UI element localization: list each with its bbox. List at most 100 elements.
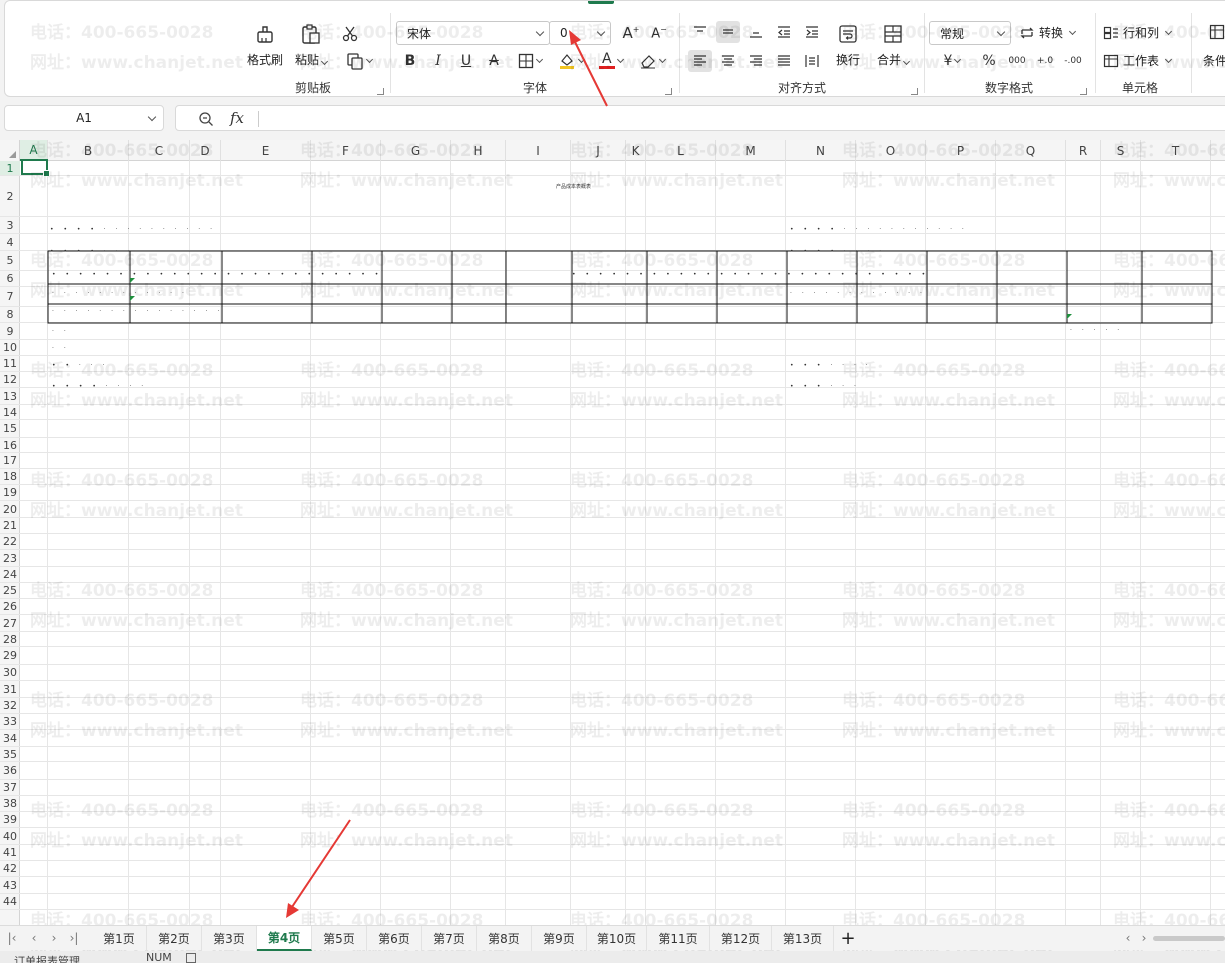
- row-header-28[interactable]: 28: [0, 632, 20, 647]
- column-header-d[interactable]: D: [190, 140, 221, 161]
- row-header-24[interactable]: 24: [0, 567, 20, 583]
- decrease-decimal-button[interactable]: -.00: [1061, 50, 1085, 72]
- merge-dropdown-icon[interactable]: [902, 57, 911, 66]
- row-header-32[interactable]: 32: [0, 698, 20, 714]
- column-header-c[interactable]: C: [129, 140, 190, 161]
- sheet-tab-2[interactable]: 第2页: [147, 926, 202, 951]
- column-header-p[interactable]: P: [926, 140, 996, 161]
- align-bottom-button[interactable]: [744, 21, 768, 43]
- row-header-10[interactable]: 10: [0, 340, 20, 356]
- font-dialog-launcher-icon[interactable]: [665, 88, 672, 95]
- number-format-select[interactable]: 常规: [929, 21, 1011, 45]
- chevron-down-icon[interactable]: [147, 112, 157, 122]
- row-header-31[interactable]: 31: [0, 681, 20, 698]
- align-top-button[interactable]: [688, 21, 712, 43]
- convert-button[interactable]: 转换: [1019, 24, 1077, 41]
- column-header-r[interactable]: R: [1066, 140, 1101, 161]
- conditional-format-button[interactable]: 条件: [1203, 52, 1225, 69]
- column-header-l[interactable]: L: [646, 140, 716, 161]
- percent-button[interactable]: %: [977, 50, 1001, 72]
- paste-dropdown-icon[interactable]: [320, 57, 329, 66]
- active-cell-a1[interactable]: [21, 159, 50, 177]
- clear-format-button[interactable]: [634, 50, 670, 72]
- prev-sheet-icon[interactable]: ‹: [26, 930, 42, 946]
- row-header-12[interactable]: 12: [0, 372, 20, 388]
- wrap-text-button[interactable]: 换行: [835, 21, 861, 68]
- row-header-34[interactable]: 34: [0, 730, 20, 747]
- row-header-8[interactable]: 8: [0, 307, 20, 323]
- row-header-7[interactable]: 7: [0, 287, 20, 307]
- font-color-button[interactable]: A: [593, 50, 629, 72]
- column-header-m[interactable]: M: [716, 140, 786, 161]
- justify-button[interactable]: [772, 50, 796, 72]
- add-sheet-button[interactable]: +: [838, 928, 858, 949]
- worksheet-grid[interactable]: 产品成本表概表 • • • • · · · · · · · · · · • • •…: [0, 140, 1225, 925]
- borders-button[interactable]: [512, 50, 548, 72]
- conditional-format-icon-button[interactable]: [1205, 21, 1225, 43]
- row-header-40[interactable]: 40: [0, 828, 20, 845]
- strikethrough-button[interactable]: A: [482, 50, 506, 72]
- row-header-14[interactable]: 14: [0, 405, 20, 420]
- sheet-tab-8[interactable]: 第8页: [477, 926, 532, 951]
- align-center-button[interactable]: [716, 50, 740, 72]
- fill-color-dropdown-icon[interactable]: [577, 55, 586, 64]
- align-left-button[interactable]: [688, 50, 712, 72]
- sheet-tab-3[interactable]: 第3页: [202, 926, 257, 951]
- row-header-26[interactable]: 26: [0, 599, 20, 615]
- zoom-icon[interactable]: [198, 111, 214, 127]
- horizontal-scrollbar[interactable]: [1153, 936, 1225, 941]
- row-header-41[interactable]: 41: [0, 845, 20, 861]
- tab-scroll-right-icon[interactable]: ›: [1136, 930, 1152, 946]
- sheet-tab-4[interactable]: 第4页: [257, 926, 312, 951]
- cut-button[interactable]: [338, 23, 362, 45]
- column-header-i[interactable]: I: [506, 140, 571, 161]
- row-header-13[interactable]: 13: [0, 388, 20, 405]
- row-header-11[interactable]: 11: [0, 356, 20, 372]
- column-header-e[interactable]: E: [221, 140, 311, 161]
- font-color-dropdown-icon[interactable]: [616, 55, 625, 64]
- first-sheet-icon[interactable]: |‹: [4, 930, 20, 946]
- clear-format-dropdown-icon[interactable]: [658, 55, 667, 64]
- row-header-4[interactable]: 4: [0, 234, 20, 251]
- merge-cells-button[interactable]: 合并: [877, 21, 911, 68]
- page-view-icon[interactable]: [186, 953, 196, 963]
- rows-columns-button[interactable]: 行和列: [1103, 24, 1173, 41]
- underline-button[interactable]: U: [454, 50, 478, 72]
- row-header-42[interactable]: 42: [0, 861, 20, 877]
- workbook-name[interactable]: 订单报表管理: [14, 953, 80, 963]
- row-header-1[interactable]: 1: [0, 161, 20, 176]
- column-header-n[interactable]: N: [786, 140, 856, 161]
- row-header-18[interactable]: 18: [0, 469, 20, 485]
- row-header-6[interactable]: 6: [0, 271, 20, 287]
- paste-button[interactable]: 粘贴: [295, 21, 329, 68]
- column-header-o[interactable]: O: [856, 140, 926, 161]
- increase-indent-button[interactable]: [800, 21, 824, 43]
- decrease-indent-button[interactable]: [772, 21, 796, 43]
- row-header-43[interactable]: 43: [0, 877, 20, 894]
- decrease-font-button[interactable]: A−: [647, 22, 671, 44]
- row-header-15[interactable]: 15: [0, 420, 20, 438]
- fill-color-button[interactable]: [553, 50, 589, 72]
- alignment-dialog-launcher-icon[interactable]: [911, 88, 918, 95]
- row-header-17[interactable]: 17: [0, 453, 20, 469]
- sheet-tab-6[interactable]: 第6页: [367, 926, 422, 951]
- column-header-h[interactable]: H: [451, 140, 506, 161]
- sheet-tab-13[interactable]: 第13页: [772, 926, 834, 951]
- next-sheet-icon[interactable]: ›: [46, 930, 62, 946]
- tab-scroll-left-icon[interactable]: ‹: [1120, 930, 1136, 946]
- row-header-33[interactable]: 33: [0, 714, 20, 730]
- italic-button[interactable]: I: [426, 50, 450, 72]
- column-header-b[interactable]: B: [48, 140, 129, 161]
- column-header-g[interactable]: G: [381, 140, 451, 161]
- column-header-s[interactable]: S: [1101, 140, 1141, 161]
- row-header-37[interactable]: 37: [0, 780, 20, 796]
- thousands-separator-button[interactable]: 000: [1005, 50, 1029, 72]
- row-header-39[interactable]: 39: [0, 812, 20, 828]
- number-dialog-launcher-icon[interactable]: [1080, 88, 1087, 95]
- sheet-tab-7[interactable]: 第7页: [422, 926, 477, 951]
- row-header-3[interactable]: 3: [0, 217, 20, 234]
- row-header-21[interactable]: 21: [0, 518, 20, 534]
- sheet-tab-9[interactable]: 第9页: [532, 926, 587, 951]
- copy-button[interactable]: [341, 50, 377, 72]
- row-header-25[interactable]: 25: [0, 583, 20, 599]
